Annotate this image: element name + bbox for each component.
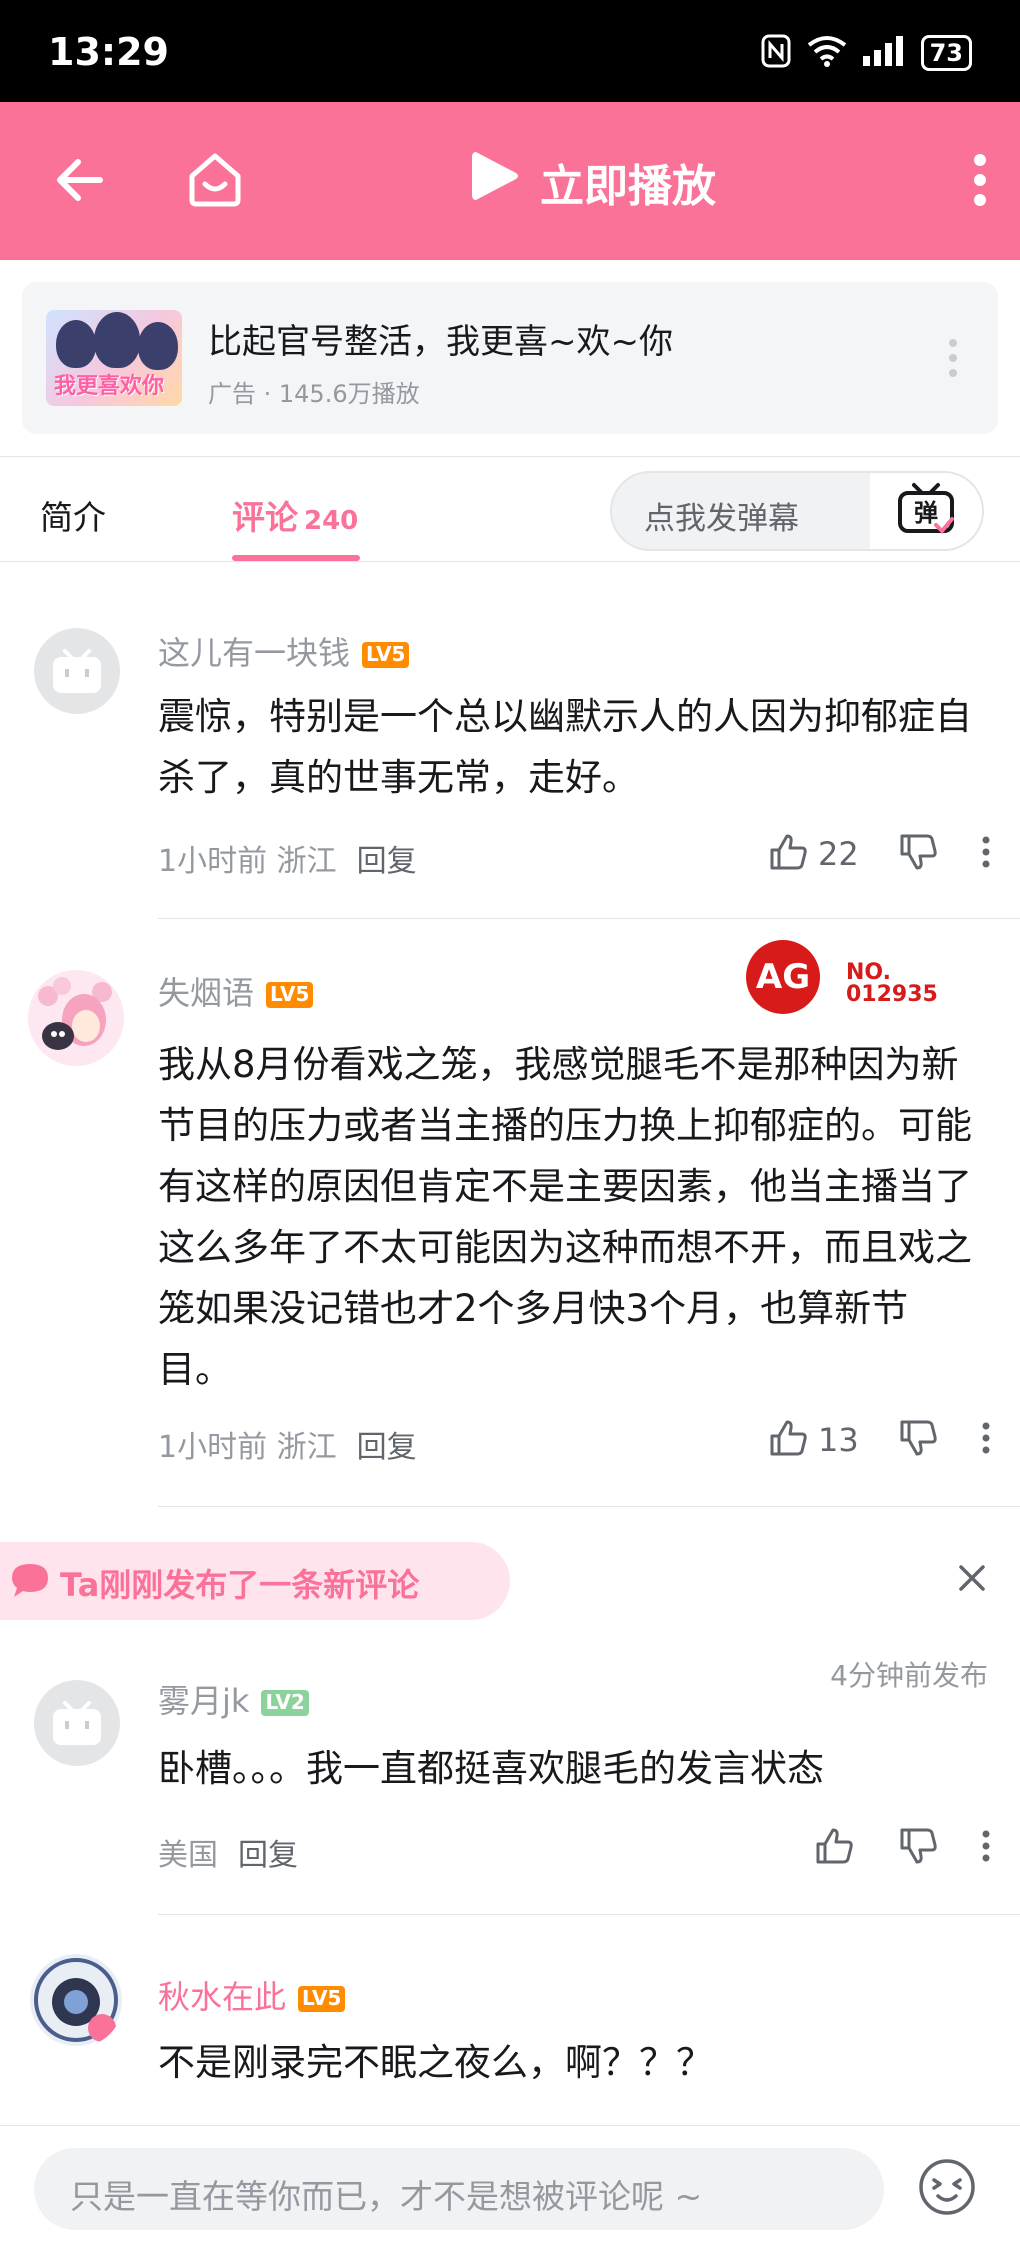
more-options-icon[interactable] xyxy=(972,152,988,212)
fan-badge-no-value: 012935 xyxy=(846,982,938,1007)
nfc-icon xyxy=(761,34,791,72)
ad-subtitle: 广告 · 145.6万播放 xyxy=(208,380,420,408)
ad-more-icon[interactable] xyxy=(948,338,958,382)
like-icon[interactable] xyxy=(814,1826,854,1870)
posted-time: 4分钟前发布 xyxy=(830,1659,988,1692)
like-count: 22 xyxy=(818,835,859,873)
divider xyxy=(158,918,1020,919)
tab-comments[interactable]: 评论 240 xyxy=(232,491,358,539)
tab-comments-label: 评论 xyxy=(232,498,298,537)
level-badge: LV5 xyxy=(362,642,410,668)
comment-more-icon[interactable] xyxy=(982,1422,990,1458)
username-text: 这儿有一块钱 xyxy=(158,634,351,672)
comment-time-location: 1小时前 浙江 xyxy=(158,1430,337,1465)
new-comment-notice[interactable]: Ta刚刚发布了一条新评论 xyxy=(0,1542,510,1620)
battery-icon: 73 xyxy=(920,35,972,71)
comment-actions: 13 xyxy=(768,1418,990,1462)
username-text: 失烟语 xyxy=(158,974,255,1012)
ad-title: 比起官号整活，我更喜~欢~你 xyxy=(208,322,673,362)
dislike-icon[interactable] xyxy=(898,1826,938,1870)
reply-button[interactable]: 回复 xyxy=(357,844,417,879)
comment-time-location: 1小时前 浙江 xyxy=(158,844,337,879)
fan-badge-no-label: NO. xyxy=(846,960,891,985)
level-badge: LV5 xyxy=(266,982,314,1008)
comment-count: 240 xyxy=(304,506,359,536)
ad-thumbnail: 我更喜欢你 xyxy=(46,310,182,406)
avatar[interactable] xyxy=(28,970,124,1066)
like-icon[interactable] xyxy=(768,832,808,876)
thumb-figure xyxy=(138,322,178,370)
home-icon[interactable] xyxy=(186,150,244,212)
comment-meta: 1小时前 浙江 回复 xyxy=(158,1422,417,1466)
comment-body: 我从8月份看戏之笼，我感觉腿毛不是那种因为新节目的压力或者当主播的压力换上抑郁症… xyxy=(158,1043,972,1391)
status-time: 13:29 xyxy=(48,30,169,74)
dislike-icon[interactable] xyxy=(898,832,938,876)
comment-input-bar: 只是一直在等你而已，才不是想被评论呢 ~ xyxy=(0,2125,1020,2250)
comment-meta: 美国 回复 xyxy=(158,1830,298,1874)
avatar[interactable] xyxy=(28,1952,124,2048)
comment-body: 不是刚录完不眠之夜么，啊？？？ xyxy=(158,2041,713,2084)
ad-thumb-text: 我更喜欢你 xyxy=(54,374,165,399)
danmaku-input[interactable]: 点我发弹幕 弹 xyxy=(610,471,984,551)
comment-location: 美国 xyxy=(158,1838,218,1873)
emoji-icon[interactable] xyxy=(918,2158,976,2220)
comment-input-placeholder: 只是一直在等你而已，才不是想被评论呢 ~ xyxy=(70,2177,703,2216)
comment-more-icon[interactable] xyxy=(982,836,990,872)
like-count: 13 xyxy=(818,1421,859,1459)
divider xyxy=(158,1914,1020,1915)
tab-bar: 简介 评论 240 点我发弹幕 弹 xyxy=(0,456,1020,562)
status-icons: 73 xyxy=(761,34,972,72)
username[interactable]: 秋水在此 LV5 xyxy=(158,1972,346,2018)
reply-button[interactable]: 回复 xyxy=(238,1838,298,1873)
comment-body: 卧槽。。。我一直都挺喜欢腿毛的发言状态 xyxy=(158,1747,824,1790)
back-arrow-icon[interactable] xyxy=(52,152,108,212)
comment-input[interactable]: 只是一直在等你而已，才不是想被评论呢 ~ xyxy=(34,2148,884,2230)
fan-badge-number: NO. 012935 xyxy=(846,962,938,1006)
comment-meta: 1小时前 浙江 回复 xyxy=(158,836,417,880)
username-text: 秋水在此 xyxy=(158,1978,287,2016)
video-nav-bar: 立即播放 xyxy=(0,102,1020,260)
reply-button[interactable]: 回复 xyxy=(357,1430,417,1465)
like-icon[interactable] xyxy=(768,1418,808,1462)
level-badge: LV2 xyxy=(261,1690,309,1716)
speech-bubble-icon xyxy=(10,1562,50,1604)
username[interactable]: 雾月jk LV2 xyxy=(158,1676,309,1722)
avatar[interactable] xyxy=(34,1680,120,1766)
close-icon[interactable] xyxy=(958,1564,986,1596)
level-badge: LV5 xyxy=(298,1986,346,2012)
comment-actions: 22 xyxy=(768,832,990,876)
wifi-icon xyxy=(807,35,847,71)
comment-body: 震惊，特别是一个总以幽默示人的人因为抑郁症自杀了，真的世事无常，走好。 xyxy=(158,695,972,799)
signal-icon xyxy=(862,36,905,70)
play-now-button[interactable]: 立即播放 xyxy=(470,148,716,215)
thumb-figure xyxy=(94,312,140,368)
play-icon xyxy=(470,148,520,215)
danmaku-tv-icon: 弹 xyxy=(896,481,956,541)
svg-text:弹: 弹 xyxy=(914,499,938,527)
thumb-figure xyxy=(56,320,96,368)
ad-card[interactable]: 我更喜欢你 比起官号整活，我更喜~欢~你 广告 · 145.6万播放 xyxy=(22,282,998,434)
status-bar: 13:29 73 xyxy=(0,0,1020,102)
dislike-icon[interactable] xyxy=(898,1418,938,1462)
username[interactable]: 失烟语 LV5 xyxy=(158,968,314,1014)
danmaku-placeholder: 点我发弹幕 xyxy=(644,501,799,537)
username-text: 雾月jk xyxy=(158,1682,250,1720)
tab-intro[interactable]: 简介 xyxy=(40,491,106,539)
comment-actions xyxy=(814,1826,990,1870)
danmaku-send-button[interactable]: 弹 xyxy=(870,473,982,549)
play-now-label: 立即播放 xyxy=(540,160,716,212)
comment-more-icon[interactable] xyxy=(982,1830,990,1866)
active-tab-indicator xyxy=(232,555,360,561)
divider xyxy=(158,1506,1020,1507)
username[interactable]: 这儿有一块钱 LV5 xyxy=(158,628,410,674)
fan-badge-icon: AG xyxy=(746,940,820,1014)
avatar[interactable] xyxy=(34,628,120,714)
new-comment-text: Ta刚刚发布了一条新评论 xyxy=(60,1566,420,1604)
